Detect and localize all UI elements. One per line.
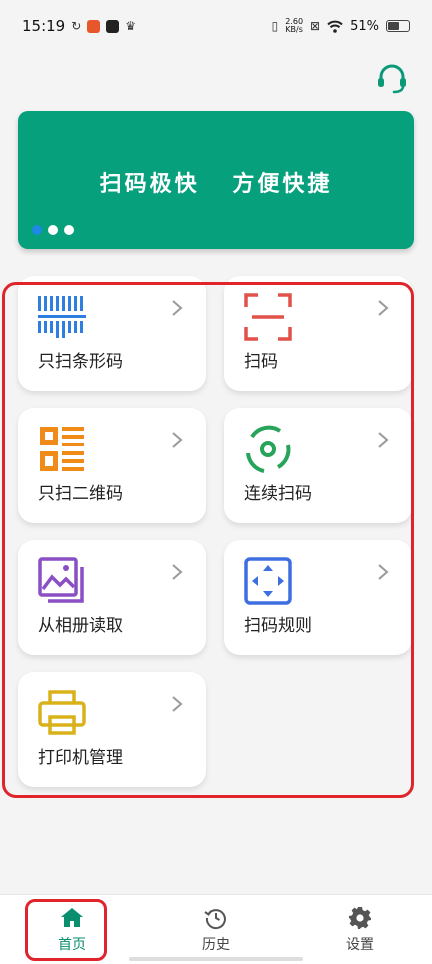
scan-frame-icon	[244, 293, 292, 341]
vibrate-icon: ▯	[271, 19, 279, 33]
nav-home[interactable]: 首页	[0, 895, 144, 964]
net-speed: 2.60 KB/s	[285, 18, 303, 34]
printer-management-card[interactable]: 打印机管理	[18, 672, 206, 787]
status-left: 15:19 ↻ ♛	[22, 17, 136, 35]
net-speed-unit: KB/s	[285, 25, 303, 34]
no-sim-icon: ⊠	[310, 19, 321, 33]
card-label: 连续扫码	[244, 484, 312, 504]
continuous-scan-card[interactable]: 连续扫码	[224, 408, 412, 523]
card-label: 只扫二维码	[38, 484, 123, 504]
card-label: 扫码	[244, 352, 278, 372]
headset-icon[interactable]	[375, 62, 409, 94]
scan-card[interactable]: 扫码	[224, 276, 412, 391]
app-notification-icon	[87, 19, 101, 33]
status-time: 15:19	[22, 17, 66, 35]
banner-dot[interactable]	[64, 225, 74, 235]
chevron-right-icon	[378, 564, 389, 580]
status-bar: 15:19 ↻ ♛ ▯ 2.60 KB/s ⊠ 51%	[0, 0, 432, 52]
card-label: 打印机管理	[38, 748, 123, 768]
banner-dot[interactable]	[48, 225, 58, 235]
home-icon	[61, 907, 83, 927]
gallery-icon	[38, 557, 84, 603]
banner-pagination	[32, 225, 74, 235]
tiktok-icon	[106, 19, 120, 33]
gear-icon	[349, 906, 371, 929]
sync-icon: ↻	[71, 19, 82, 33]
card-label: 从相册读取	[38, 616, 123, 636]
qr-code-icon	[40, 427, 84, 471]
chevron-right-icon	[172, 564, 183, 580]
status-right: ▯ 2.60 KB/s ⊠ 51%	[272, 18, 410, 34]
wifi-icon	[327, 20, 343, 33]
nav-history[interactable]: 历史	[144, 895, 288, 964]
chevron-right-icon	[172, 300, 183, 316]
scan-rules-card[interactable]: 扫码规则	[224, 540, 412, 655]
barcode-icon	[38, 296, 86, 338]
nav-history-label: 历史	[202, 936, 230, 953]
chevron-right-icon	[378, 432, 389, 448]
nav-home-label: 首页	[58, 936, 86, 953]
scan-qrcode-only-card[interactable]: 只扫二维码	[18, 408, 206, 523]
battery-percent: 51%	[350, 18, 379, 34]
scan-barcode-only-card[interactable]: 只扫条形码	[18, 276, 206, 391]
card-label: 只扫条形码	[38, 352, 123, 372]
banner-dot[interactable]	[32, 225, 42, 235]
card-label: 扫码规则	[244, 616, 312, 636]
chevron-right-icon	[172, 432, 183, 448]
printer-icon	[38, 690, 86, 735]
continuous-scan-icon	[246, 425, 291, 473]
history-icon	[204, 908, 226, 929]
read-from-album-card[interactable]: 从相册读取	[18, 540, 206, 655]
scan-rule-icon	[244, 557, 292, 605]
promo-banner[interactable]: 扫码极快 方便快捷	[18, 111, 414, 249]
gesture-bar	[129, 957, 303, 961]
chevron-right-icon	[378, 300, 389, 316]
banner-text: 扫码极快 方便快捷	[99, 172, 333, 197]
nav-settings[interactable]: 设置	[288, 895, 432, 964]
bottom-nav: 首页 历史 设置	[0, 894, 432, 964]
crown-icon: ♛	[125, 19, 137, 33]
battery-icon	[386, 20, 410, 32]
nav-settings-label: 设置	[346, 936, 374, 953]
chevron-right-icon	[172, 696, 183, 712]
